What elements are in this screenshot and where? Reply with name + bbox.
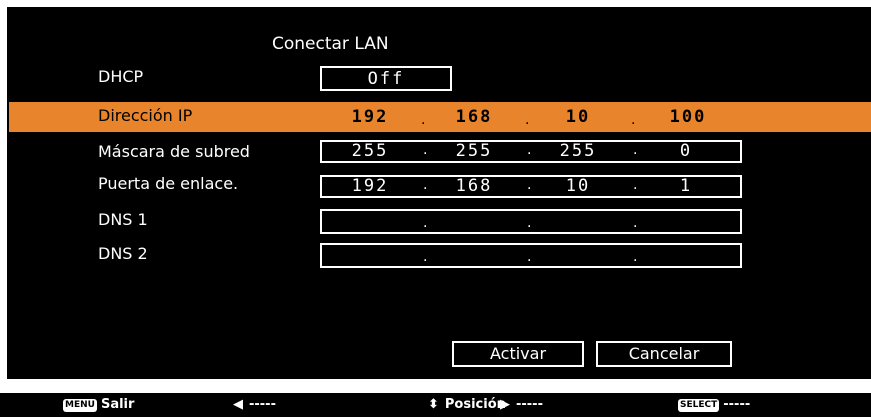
cancel-button[interactable]: Cancelar — [596, 341, 732, 367]
dns1-label: DNS 1 — [98, 210, 148, 229]
octet-separator: . — [527, 142, 532, 158]
up-down-arrow-icon: ⬍ — [428, 397, 439, 412]
footer-left-label: ----- — [249, 397, 276, 412]
ip-octet-3[interactable]: 10 — [548, 107, 608, 127]
gateway-field[interactable]: 192 . 168 . 10 . 1 — [320, 175, 742, 198]
ip-octet-4[interactable]: 100 — [658, 107, 718, 127]
octet-separator: . — [633, 249, 638, 265]
footer-menu-label: Salir — [100, 397, 135, 412]
octet-separator: . — [423, 215, 428, 231]
subnet-mask-field[interactable]: 255 . 255 . 255 . 0 — [320, 140, 742, 163]
octet-separator: . — [631, 112, 636, 128]
footer-bar: MENU Salir ◀ ----- ⬍ Posición ▶ ----- SELECT… — [0, 393, 871, 417]
footer-right-label: ----- — [516, 397, 543, 412]
select-key-icon: SELECT — [678, 399, 720, 412]
subnet-mask-label: Máscara de subred — [98, 142, 250, 161]
right-arrow-icon: ▶ — [500, 397, 510, 412]
dhcp-label: DHCP — [98, 67, 144, 86]
page-title: Conectar LAN — [272, 34, 389, 54]
activate-button[interactable]: Activar — [452, 341, 584, 367]
footer-position: ⬍ Posición — [428, 397, 506, 412]
footer-left: ◀ ----- — [233, 397, 276, 412]
octet-separator: . — [525, 112, 530, 128]
mask-octet-1[interactable]: 255 — [340, 141, 400, 161]
gateway-octet-3[interactable]: 10 — [548, 176, 608, 196]
octet-separator: . — [423, 249, 428, 265]
gateway-octet-4[interactable]: 1 — [656, 176, 716, 196]
mask-octet-3[interactable]: 255 — [548, 141, 608, 161]
octet-separator: . — [633, 142, 638, 158]
dhcp-toggle[interactable]: Off — [320, 66, 452, 91]
left-arrow-icon: ◀ — [233, 397, 243, 412]
dhcp-value: Off — [367, 69, 405, 89]
mask-octet-4[interactable]: 0 — [656, 141, 716, 161]
ip-octet-1[interactable]: 192 — [340, 107, 400, 127]
footer-select-label: ----- — [723, 397, 751, 412]
octet-separator: . — [633, 177, 638, 193]
dns1-field[interactable]: . . . — [320, 209, 742, 234]
gateway-octet-1[interactable]: 192 — [340, 176, 400, 196]
octet-separator: . — [527, 249, 532, 265]
octet-separator: . — [633, 215, 638, 231]
gateway-octet-2[interactable]: 168 — [444, 176, 504, 196]
ip-address-label: Dirección IP — [98, 106, 193, 125]
octet-separator: . — [423, 177, 428, 193]
mask-octet-2[interactable]: 255 — [444, 141, 504, 161]
octet-separator: . — [423, 142, 428, 158]
ip-address-field[interactable]: 192 . 168 . 10 . 100 — [320, 104, 742, 130]
octet-separator: . — [421, 112, 426, 128]
dns2-field[interactable]: . . . — [320, 243, 742, 268]
octet-separator: . — [527, 215, 532, 231]
footer-position-label: Posición — [444, 397, 506, 412]
ip-octet-2[interactable]: 168 — [444, 107, 504, 127]
footer-menu: MENU Salir — [63, 397, 134, 412]
footer-select: SELECT ----- — [678, 397, 750, 412]
octet-separator: . — [527, 177, 532, 193]
menu-key-icon: MENU — [63, 399, 97, 412]
dns2-label: DNS 2 — [98, 244, 148, 263]
footer-right-group: ▶ ----- — [500, 397, 543, 412]
gateway-label: Puerta de enlace. — [98, 174, 239, 193]
